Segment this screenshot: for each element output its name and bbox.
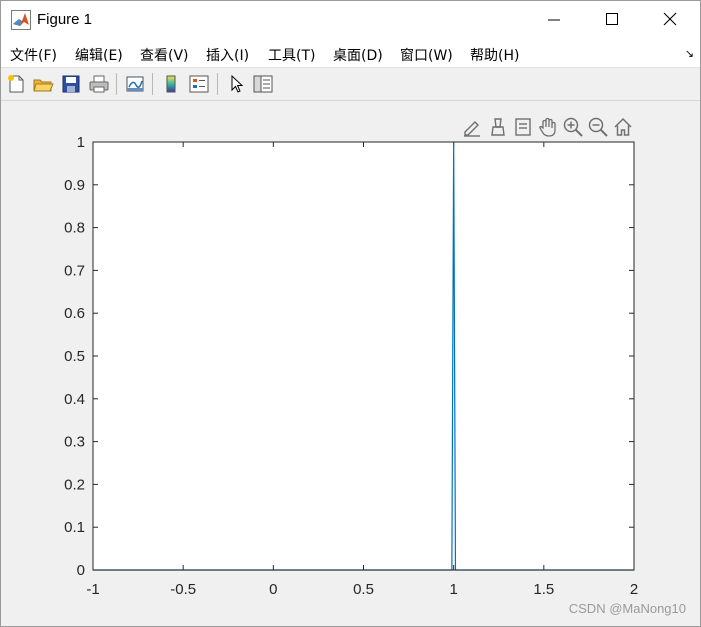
menu-bar: 文件(F) 编辑(E) 查看(V) 插入(I) 工具(T) 桌面(D) 窗口(W…: [1, 39, 700, 68]
legend-icon[interactable]: [188, 73, 210, 95]
window-title: Figure 1: [37, 11, 93, 28]
matlab-icon: [11, 10, 31, 30]
menu-view[interactable]: 查看(V): [140, 45, 189, 65]
axes-background: [93, 142, 634, 570]
x-tick-label: 0.5: [353, 581, 374, 598]
y-tick-label: 0.8: [64, 220, 85, 237]
axes-plot[interactable]: -1 -0.5 0 0.5 1 1.5 2 0 0.1 0.2 0.3 0.4 0.5 0.6 0.7 0.8…: [1, 101, 700, 626]
x-tick-label: 1: [449, 581, 457, 598]
save-icon[interactable]: [60, 73, 82, 95]
toolbar-separator: [116, 73, 117, 95]
maximize-button[interactable]: [584, 1, 642, 39]
y-tick-label: 0.9: [64, 177, 85, 194]
x-tick-label: 0: [269, 581, 277, 598]
maximize-icon: [606, 13, 618, 25]
y-tick-label: 0.4: [64, 391, 85, 408]
y-tick-label: 0: [77, 562, 85, 579]
title-bar[interactable]: Figure 1: [1, 1, 700, 39]
menu-window[interactable]: 窗口(W): [400, 45, 453, 65]
new-figure-icon[interactable]: [5, 73, 27, 95]
x-tick-label: -1: [86, 581, 99, 598]
menu-file[interactable]: 文件(F): [10, 45, 57, 65]
edit-plot-icon[interactable]: [225, 73, 247, 95]
y-tick-label: 0.6: [64, 305, 85, 322]
property-inspector-icon[interactable]: [252, 73, 274, 95]
menu-tools[interactable]: 工具(T): [268, 45, 315, 65]
y-tick-label: 0.3: [64, 434, 85, 451]
close-icon: [663, 12, 677, 26]
y-tick-label: 0.5: [64, 348, 85, 365]
minimize-icon: [548, 19, 560, 21]
menu-desktop[interactable]: 桌面(D): [333, 45, 383, 65]
y-tick-label: 0.1: [64, 519, 85, 536]
y-tick-label: 1: [77, 134, 85, 151]
menu-insert[interactable]: 插入(I): [206, 45, 249, 65]
y-tick-label: 0.2: [64, 476, 85, 493]
print-icon[interactable]: [88, 73, 110, 95]
menu-help[interactable]: 帮助(H): [470, 45, 519, 65]
colorbar-icon[interactable]: [160, 73, 182, 95]
link-plot-icon[interactable]: [124, 73, 146, 95]
figure-toolbar: [1, 68, 700, 101]
y-tick-label: 0.7: [64, 262, 85, 279]
close-button[interactable]: [642, 1, 700, 39]
figure-window: Figure 1 文件(F) 编辑(E) 查看(V) 插入(I) 工具(T) 桌…: [0, 0, 701, 627]
dock-arrow-icon[interactable]: ↘: [685, 47, 694, 60]
menu-edit[interactable]: 编辑(E): [75, 45, 123, 65]
open-file-icon[interactable]: [32, 73, 54, 95]
figure-canvas: -1 -0.5 0 0.5 1 1.5 2 0 0.1 0.2 0.3 0.4 0.5 0.6 0.7 0.8…: [1, 101, 700, 626]
toolbar-separator: [152, 73, 153, 95]
x-tick-label: 1.5: [533, 581, 554, 598]
minimize-button[interactable]: [526, 1, 584, 39]
toolbar-separator: [217, 73, 218, 95]
watermark: CSDN @MaNong10: [568, 601, 686, 616]
x-tick-label: 2: [630, 581, 638, 598]
x-tick-label: -0.5: [170, 581, 196, 598]
